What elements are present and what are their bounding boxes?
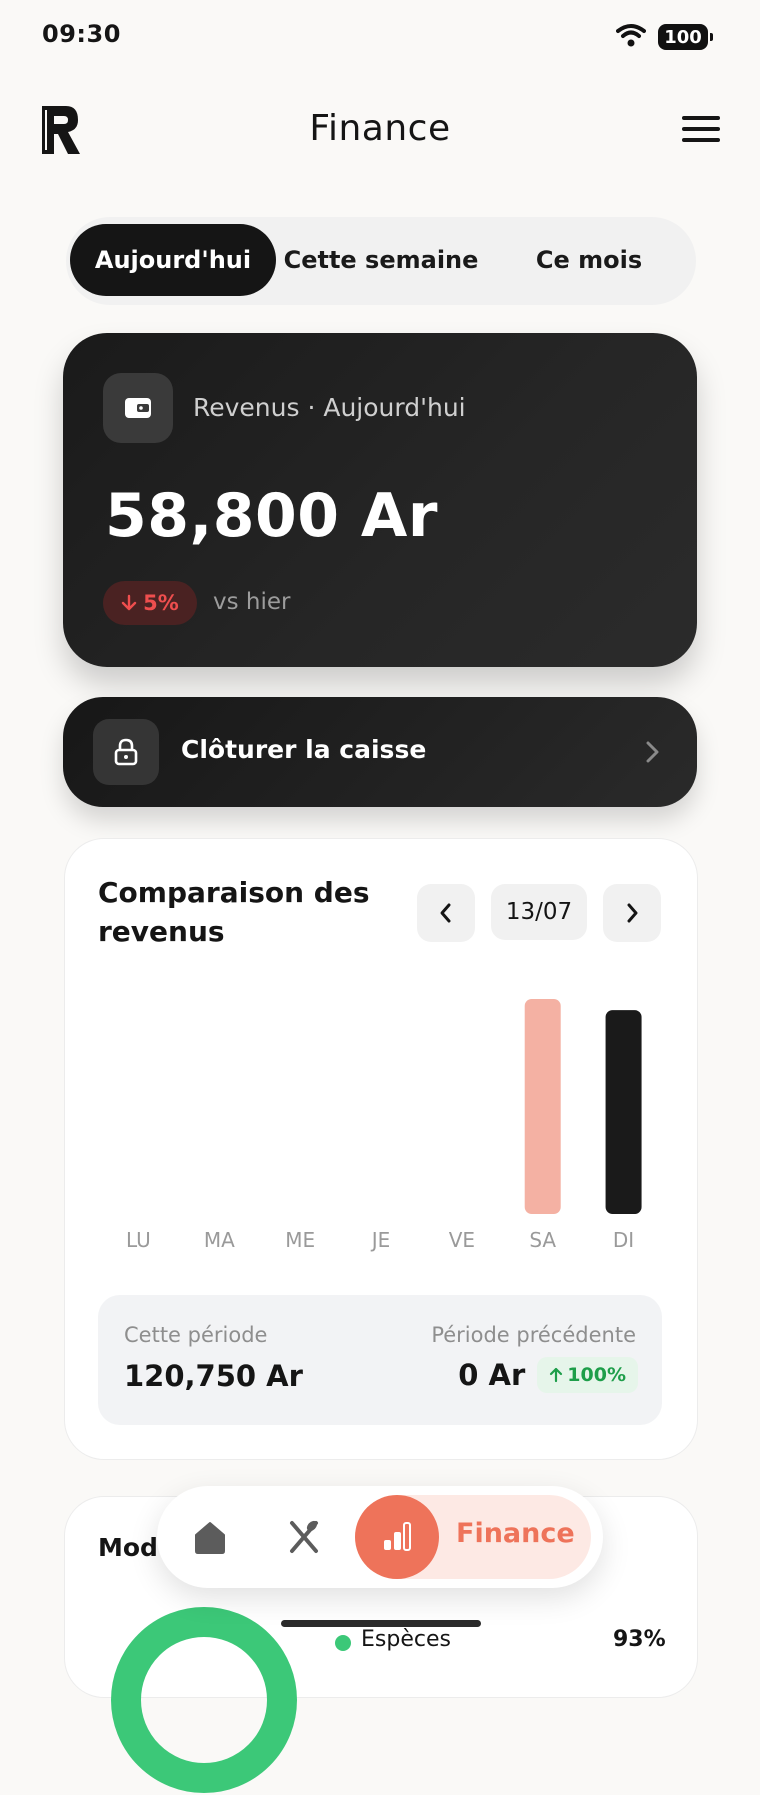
hamburger-icon[interactable]	[682, 116, 720, 146]
day-label-ve: VE	[449, 1228, 475, 1252]
tab-this-week[interactable]: Cette semaine	[278, 224, 484, 296]
comparison-title: Comparaison des revenus	[98, 876, 370, 948]
day-label-di: DI	[613, 1228, 634, 1252]
delta-caption: vs hier	[213, 589, 291, 615]
status-time: 09:30	[42, 20, 121, 48]
home-indicator	[281, 1620, 481, 1627]
tab-this-month[interactable]: Ce mois	[486, 224, 692, 296]
day-label-ma: MA	[204, 1228, 235, 1252]
delta-value: 5%	[143, 591, 179, 615]
finance-tab-label[interactable]: Finance	[456, 1518, 575, 1549]
legend-dot-cash	[335, 1635, 351, 1651]
lock-icon	[93, 719, 159, 785]
close-register-label: Clôturer la caisse	[181, 735, 427, 764]
tab-today[interactable]: Aujourd'hui	[70, 224, 276, 296]
arrow-up-icon	[550, 1367, 563, 1383]
revenue-card: Revenus · Aujourd'hui 58,800 Ar 5% vs hi…	[63, 333, 697, 667]
prev-date-button[interactable]	[417, 884, 475, 942]
date-selector[interactable]: 13/07	[491, 884, 587, 940]
arrow-down-icon	[121, 594, 137, 611]
chart-bar-icon[interactable]	[355, 1495, 439, 1579]
day-label-me: ME	[285, 1228, 315, 1252]
utensils-icon[interactable]	[284, 1517, 324, 1557]
revenue-amount: 58,800 Ar	[105, 481, 438, 551]
previous-period-row: 0 Ar 100%	[458, 1357, 638, 1393]
change-value: 100%	[567, 1364, 626, 1386]
close-register-button[interactable]: Clôturer la caisse	[63, 697, 697, 807]
home-icon[interactable]	[190, 1517, 230, 1557]
delta-badge: 5%	[103, 581, 197, 625]
current-period-value: 120,750 Ar	[124, 1359, 303, 1393]
period-summary: Cette période 120,750 Ar Période précéde…	[98, 1295, 662, 1425]
legend-pct-cash: 93%	[613, 1627, 666, 1652]
previous-period-value: 0 Ar	[458, 1358, 526, 1392]
day-label-sa: SA	[529, 1228, 556, 1252]
chevron-left-icon	[440, 903, 451, 923]
next-date-button[interactable]	[603, 884, 661, 942]
bottom-nav: Finance	[157, 1486, 603, 1588]
page-title: Finance	[309, 108, 451, 149]
chevron-right-icon	[646, 741, 659, 763]
day-label-lu: LU	[126, 1228, 151, 1252]
revenue-comparison-card: Comparaison des revenus 13/07 LU MA ME JE VE…	[64, 838, 698, 1460]
bar-sa[interactable]	[524, 999, 561, 1214]
wallet-icon	[103, 373, 173, 443]
period-tabs: Aujourd'hui Cette semaine Ce mois	[66, 217, 696, 305]
change-badge: 100%	[537, 1357, 638, 1393]
bar-di[interactable]	[605, 1010, 642, 1214]
revenue-label: Revenus · Aujourd'hui	[193, 393, 466, 422]
chevron-right-icon	[627, 903, 638, 923]
battery-indicator: 100	[658, 24, 713, 50]
legend-label-cash: Espèces	[361, 1627, 451, 1652]
wifi-icon	[616, 24, 646, 47]
previous-period-label: Période précédente	[431, 1323, 636, 1347]
payment-donut-chart	[111, 1607, 297, 1793]
revenue-bar-chart: LU MA ME JE VE SA DI	[126, 999, 642, 1252]
current-period-label: Cette période	[124, 1323, 268, 1347]
day-label-je: JE	[370, 1228, 391, 1252]
